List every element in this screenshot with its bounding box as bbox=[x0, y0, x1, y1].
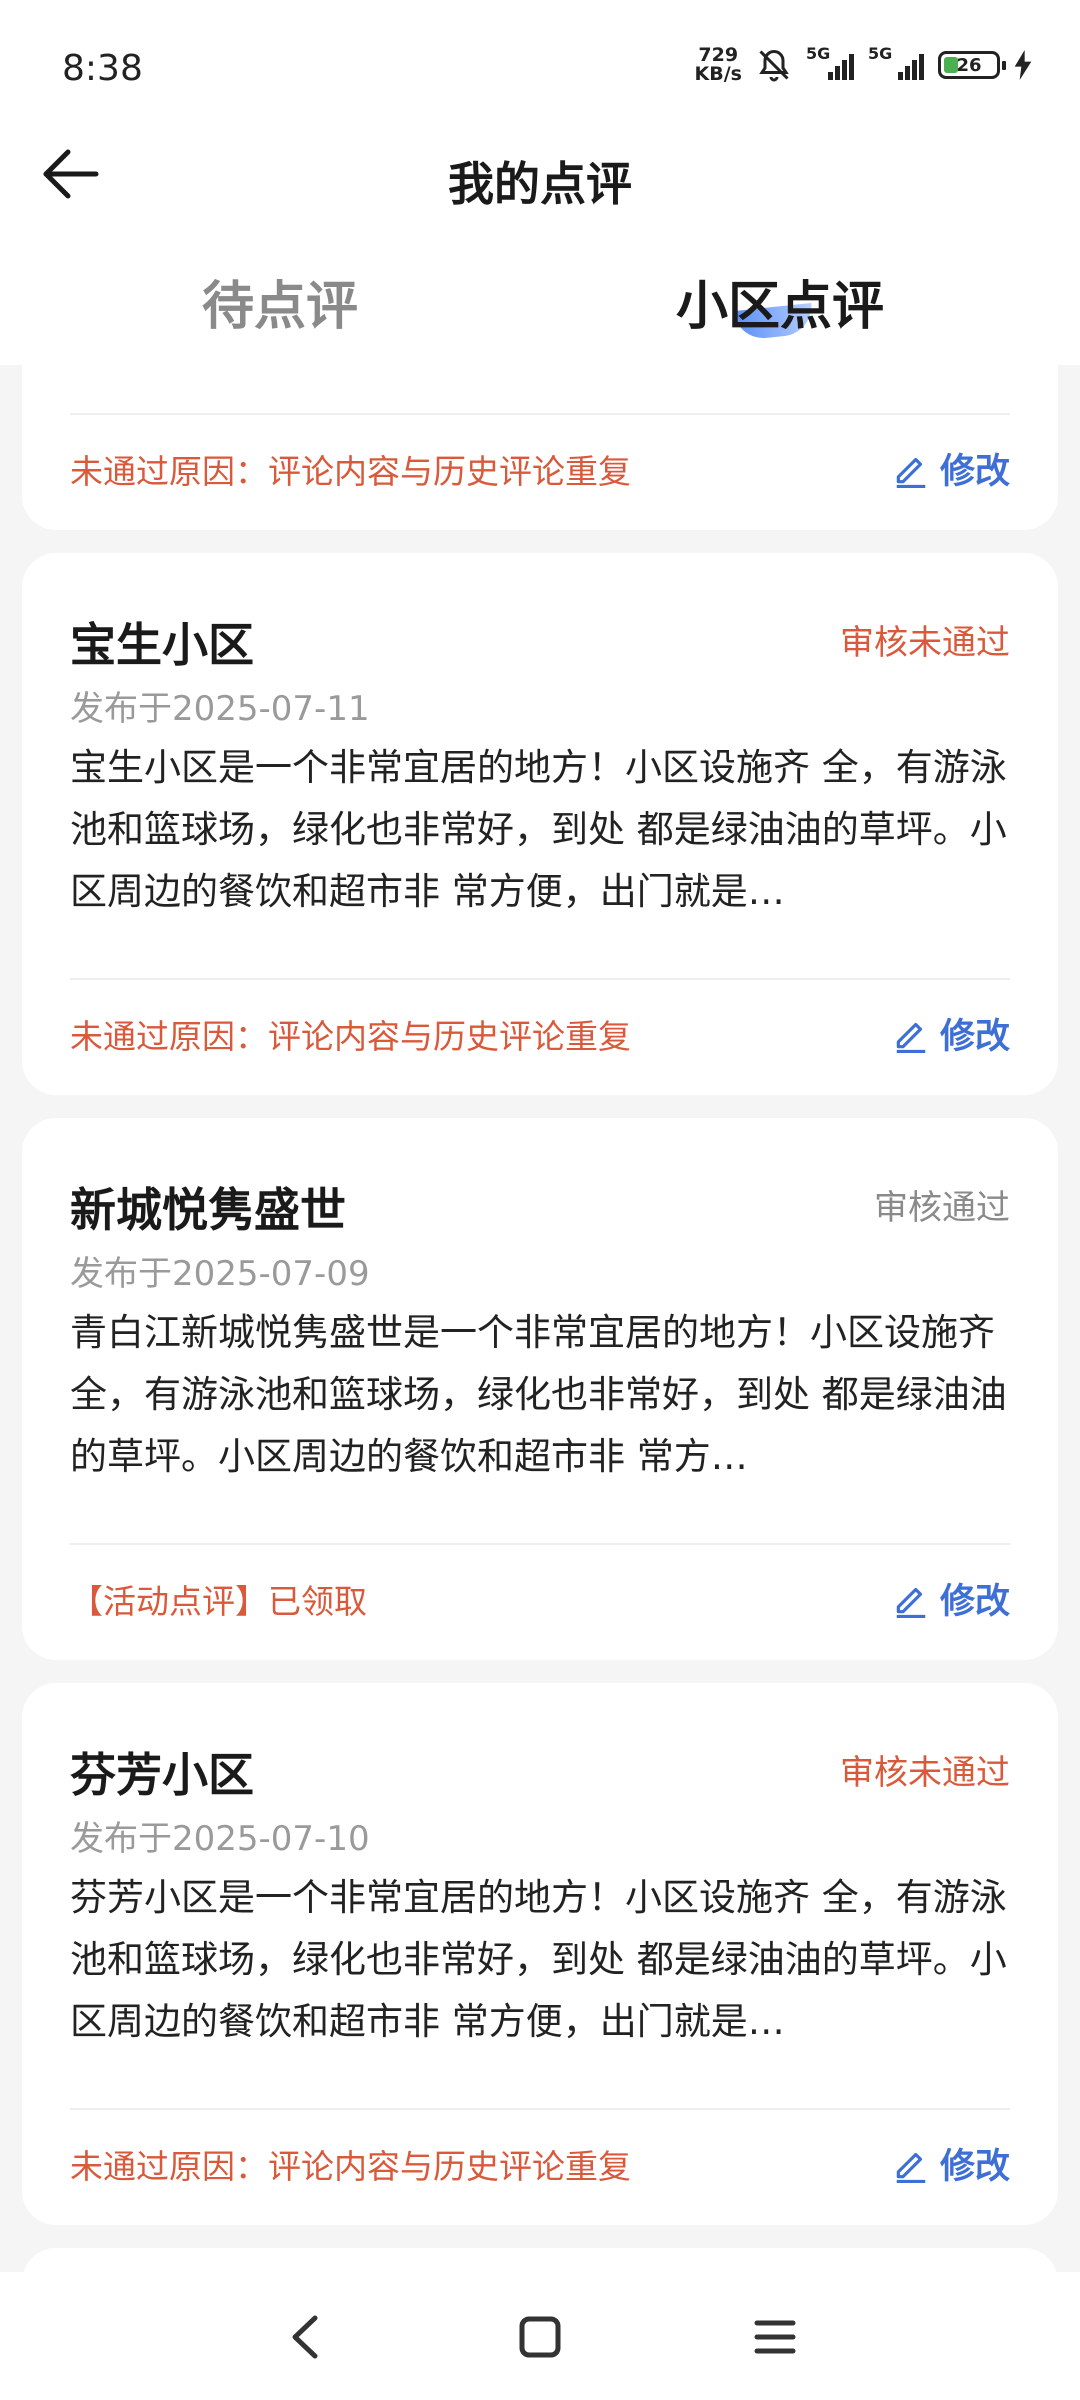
battery-level: 26 bbox=[956, 54, 982, 76]
network-speed: 729 KB/s bbox=[695, 46, 742, 84]
publish-date: 发布于2025-07-11 bbox=[70, 689, 370, 729]
review-content: 芬芳小区是一个非常宜居的地方！小区设施齐 全，有游泳池和篮球场，绿化也非常好，到… bbox=[70, 1876, 1007, 2043]
tab-community-review[interactable]: 小区点评 bbox=[510, 264, 1050, 339]
signal-icon: 5G bbox=[868, 44, 924, 80]
status-time: 8:38 bbox=[62, 48, 143, 89]
edit-label: 修改 bbox=[939, 452, 1010, 492]
pencil-icon bbox=[896, 2152, 926, 2183]
edit-button[interactable]: 修改 bbox=[892, 443, 1010, 494]
pencil-icon bbox=[896, 1587, 926, 1618]
nav-menu-button[interactable] bbox=[740, 2302, 810, 2372]
bell-off-icon bbox=[759, 49, 789, 82]
edit-button[interactable]: 修改 bbox=[892, 2138, 1010, 2189]
edit-button[interactable]: 修改 bbox=[892, 1573, 1010, 1624]
card-note: 未通过原因：评论内容与历史评论重复 bbox=[70, 2147, 631, 2186]
signal-icon: 5G bbox=[806, 44, 854, 80]
top-area: 8:38 729 KB/s 5G 5G 26 我的点评 待点评 小区点评 bbox=[0, 0, 1080, 365]
card-note: 未通过原因：评论内容与历史评论重复 bbox=[70, 452, 631, 491]
pencil-icon bbox=[896, 1022, 926, 1053]
card-note: 【活动点评】已领取 bbox=[70, 1582, 367, 1621]
card-divider bbox=[70, 978, 1010, 980]
card-note: 未通过原因：评论内容与历史评论重复 bbox=[70, 1017, 631, 1056]
review-card[interactable]: 新城悦隽盛世 审核通过 发布于2025-07-09 青白江新城悦隽盛世是一个非常… bbox=[22, 1118, 1058, 1660]
card-divider bbox=[70, 2108, 1010, 2110]
header: 我的点评 bbox=[0, 130, 1080, 220]
review-status: 审核通过 bbox=[874, 1188, 1010, 1228]
edit-button[interactable]: 修改 bbox=[892, 1008, 1010, 1059]
tabs: 待点评 小区点评 bbox=[0, 250, 1080, 360]
system-nav-bar bbox=[0, 2272, 1080, 2400]
review-card[interactable]: 芬芳小区 审核未通过 发布于2025-07-10 芬芳小区是一个非常宜居的地方！… bbox=[22, 1683, 1058, 2225]
review-content: 青白江新城悦隽盛世是一个非常宜居的地方！小区设施齐 全，有游泳池和篮球场，绿化也… bbox=[70, 1311, 1007, 1478]
nav-home-button[interactable] bbox=[505, 2302, 575, 2372]
signal-1-label: 5G bbox=[806, 44, 831, 63]
menu-nav-icon bbox=[754, 2320, 796, 2354]
page-title: 我的点评 bbox=[448, 157, 632, 211]
community-name: 宝生小区 bbox=[70, 618, 254, 672]
review-status: 审核未通过 bbox=[840, 1753, 1010, 1793]
review-status: 审核未通过 bbox=[840, 623, 1010, 663]
community-name: 新城悦隽盛世 bbox=[70, 1183, 346, 1237]
edit-label: 修改 bbox=[939, 1017, 1010, 1057]
tab-pending-review[interactable]: 待点评 bbox=[10, 264, 550, 339]
card-divider bbox=[70, 413, 1010, 415]
speed-unit: KB/s bbox=[694, 63, 742, 85]
publish-date: 发布于2025-07-09 bbox=[70, 1254, 370, 1294]
review-card[interactable]: 宝生小区 审核未通过 发布于2025-07-11 宝生小区是一个非常宜居的地方！… bbox=[22, 553, 1058, 1095]
home-nav-icon bbox=[519, 2316, 561, 2358]
community-name: 芬芳小区 bbox=[70, 1748, 254, 1802]
status-bar: 8:38 729 KB/s 5G 5G 26 bbox=[0, 0, 1080, 140]
review-content: 宝生小区是一个非常宜居的地方！小区设施齐 全，有游泳池和篮球场，绿化也非常好，到… bbox=[70, 746, 1007, 913]
card-divider bbox=[70, 1543, 1010, 1545]
charging-icon bbox=[1014, 50, 1032, 80]
back-nav-icon bbox=[292, 2315, 318, 2359]
battery-icon: 26 bbox=[938, 51, 1006, 79]
pencil-icon bbox=[896, 457, 926, 488]
signal-2-label: 5G bbox=[868, 44, 893, 63]
edit-label: 修改 bbox=[939, 2147, 1010, 2187]
edit-label: 修改 bbox=[939, 1582, 1010, 1622]
nav-back-button[interactable] bbox=[270, 2302, 340, 2372]
status-icons: 729 KB/s 5G 5G 26 bbox=[695, 44, 1032, 84]
publish-date: 发布于2025-07-10 bbox=[70, 1819, 370, 1859]
